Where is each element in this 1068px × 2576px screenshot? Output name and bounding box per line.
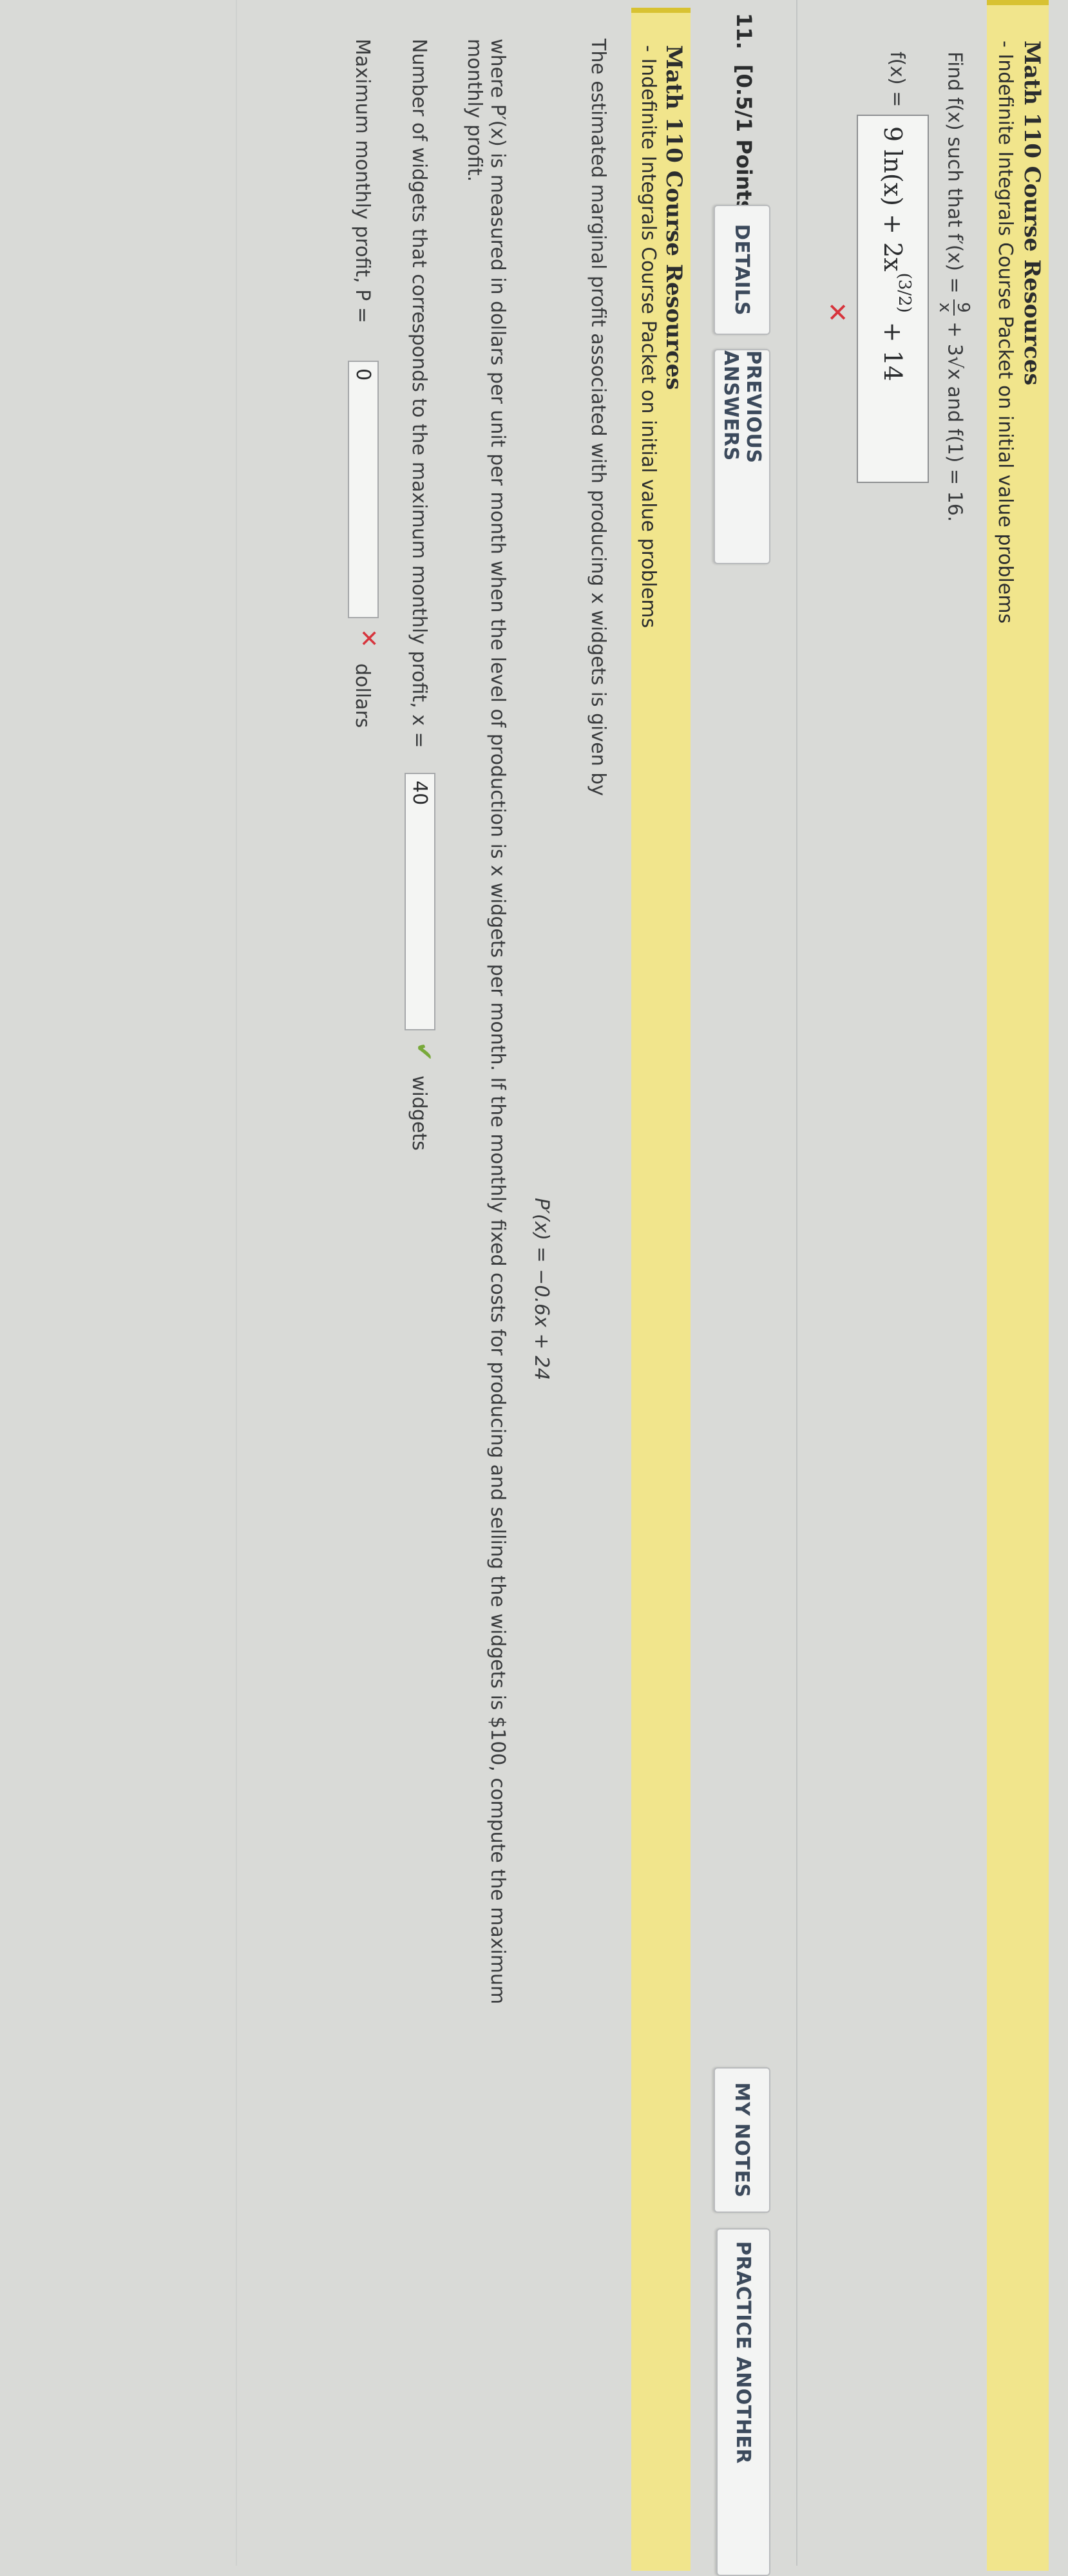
profit-formula: P′(x) = −0.6x + 24	[530, 1198, 553, 1381]
prev-prompt: Find f(x) such that f′(x) = 9 x + 3√x an…	[935, 52, 973, 522]
x-mark-icon: ✕	[355, 629, 381, 649]
resource-link[interactable]: - Indefinite Integrals Course Packet on …	[994, 41, 1016, 623]
prompt-fraction: 9 x	[935, 299, 973, 316]
page: Math 110 Course Resources - Indefinite I…	[0, 0, 1068, 2576]
resource-link[interactable]: - Indefinite Integrals Course Packet on …	[637, 45, 660, 628]
widgets-answer-field[interactable]: 40	[405, 773, 435, 1030]
details-button[interactable]: DETAILS	[714, 205, 770, 335]
check-mark-icon: ✔	[410, 1042, 437, 1062]
part2-label: Maximum monthly profit, P =	[351, 39, 374, 323]
bottom-divider	[236, 0, 237, 2566]
question-body-line1: where P′(x) is measured in dollars per u…	[486, 39, 509, 2005]
prev-answer-field[interactable]: 9 ln(x) + 2x (3/2) + 14	[857, 115, 929, 483]
practice-another-button[interactable]: PRACTICE ANOTHER	[716, 2228, 770, 2576]
resource-title: Math 110 Course Resources	[1019, 41, 1045, 386]
question-body-line2: monthly profit.	[463, 39, 486, 182]
part2-unit: dollars	[351, 663, 374, 728]
part1-unit: widgets	[408, 1075, 430, 1151]
profit-answer-field[interactable]: 0	[348, 361, 379, 618]
question-divider	[796, 0, 797, 2566]
part1-label: Number of widgets that corresponds to th…	[408, 39, 430, 748]
resource-title: Math 110 Course Resources	[661, 45, 687, 390]
question-intro: The estimated marginal profit associated…	[587, 39, 609, 797]
question-number: 11. [0.5/1 Points]	[732, 13, 756, 222]
my-notes-button[interactable]: MY NOTES	[714, 2067, 770, 2213]
resource-banner: Math 110 Course Resources - Indefinite I…	[631, 8, 691, 2571]
prev-answer-label: f(x) =	[886, 52, 908, 108]
resource-banner-prev: Math 110 Course Resources - Indefinite I…	[987, 0, 1049, 2571]
previous-answers-button[interactable]: PREVIOUS ANSWERS	[714, 349, 770, 564]
x-mark-icon: ✕	[822, 301, 852, 323]
